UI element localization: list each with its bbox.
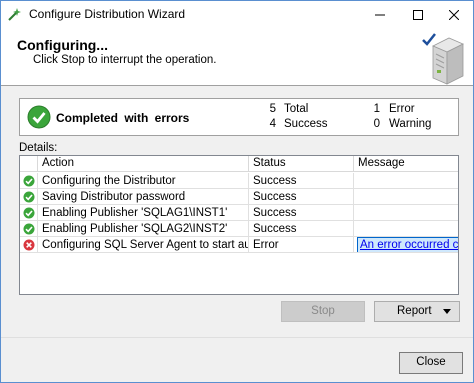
status-cell: Error [249, 237, 354, 253]
success-large-icon [27, 105, 51, 129]
action-cell: Configuring SQL Server Agent to start au… [38, 237, 249, 253]
warning-label: Warning [389, 118, 432, 130]
status-cell: Success [249, 221, 354, 237]
row-icon-cell [20, 205, 38, 221]
summary-panel: Completed with errors 5 Total 4 Success … [19, 98, 459, 136]
error-count: 1 [373, 103, 380, 115]
window-title: Configure Distribution Wizard [29, 7, 186, 21]
report-dropdown-button[interactable]: Report [374, 301, 460, 322]
dropdown-arrow-icon [443, 309, 451, 314]
message-cell [354, 173, 458, 189]
success-count: 4 [269, 118, 276, 130]
success-icon [23, 207, 35, 219]
action-cell: Saving Distributor password [38, 189, 249, 205]
table-row[interactable]: Configuring the Distributor Success [20, 173, 458, 189]
row-icon-cell [20, 189, 38, 205]
footer-divider [1, 337, 473, 338]
wizard-window: Configure Distribution Wizard Configurin… [0, 0, 474, 383]
table-row[interactable]: Saving Distributor password Success [20, 189, 458, 205]
error-message-link[interactable]: An error occurred co... [356, 237, 458, 252]
minimize-icon [375, 14, 385, 15]
success-icon [23, 223, 35, 235]
total-label: Total [284, 103, 309, 115]
message-cell: An error occurred co... [354, 237, 458, 253]
title-bar: Configure Distribution Wizard [1, 1, 473, 28]
server-checkmark-icon [419, 30, 467, 86]
close-button[interactable]: Close [399, 352, 463, 374]
status-cell: Success [249, 205, 354, 221]
maximize-icon [413, 9, 423, 20]
table-row[interactable]: Enabling Publisher 'SQLAG2\INST2' Success [20, 221, 458, 237]
warning-count: 0 [373, 118, 380, 130]
row-icon-cell [20, 173, 38, 189]
message-cell [354, 205, 458, 221]
page-title: Configuring... [17, 37, 108, 53]
page-subtitle: Click Stop to interrupt the operation. [33, 54, 217, 66]
success-label: Success [284, 118, 328, 130]
table-row[interactable]: Enabling Publisher 'SQLAG1\INST1' Success [20, 205, 458, 221]
close-icon [449, 9, 459, 20]
status-cell: Success [249, 173, 354, 189]
error-label: Error [389, 103, 415, 115]
action-cell: Enabling Publisher 'SQLAG2\INST2' [38, 221, 249, 237]
column-header-status[interactable]: Status [249, 156, 354, 172]
success-icon [23, 191, 35, 203]
success-icon [23, 175, 35, 187]
column-header-action[interactable]: Action [38, 156, 249, 172]
report-button-label: Report [397, 305, 432, 317]
status-summary-label: Completed with errors [56, 111, 190, 125]
action-cell: Configuring the Distributor [38, 173, 249, 189]
wizard-app-icon [8, 7, 22, 21]
row-icon-cell [20, 221, 38, 237]
column-header-message[interactable]: Message [354, 156, 458, 172]
action-cell: Enabling Publisher 'SQLAG1\INST1' [38, 205, 249, 221]
header-icon-column [20, 156, 38, 172]
status-cell: Success [249, 189, 354, 205]
grid-header: Action Status Message [20, 156, 458, 172]
table-row[interactable]: Configuring SQL Server Agent to start au… [20, 237, 458, 253]
details-label: Details: [19, 142, 58, 154]
error-icon [23, 239, 35, 251]
minimize-button[interactable] [363, 1, 397, 28]
wizard-header: Configuring... Click Stop to interrupt t… [1, 28, 473, 86]
message-cell [354, 189, 458, 205]
row-icon-cell [20, 237, 38, 253]
message-cell [354, 221, 458, 237]
total-count: 5 [269, 103, 276, 115]
stop-button[interactable]: Stop [281, 301, 365, 322]
maximize-button[interactable] [401, 1, 435, 28]
close-window-button[interactable] [437, 1, 471, 28]
details-grid[interactable]: Action Status Message Configuring the Di… [19, 155, 459, 295]
